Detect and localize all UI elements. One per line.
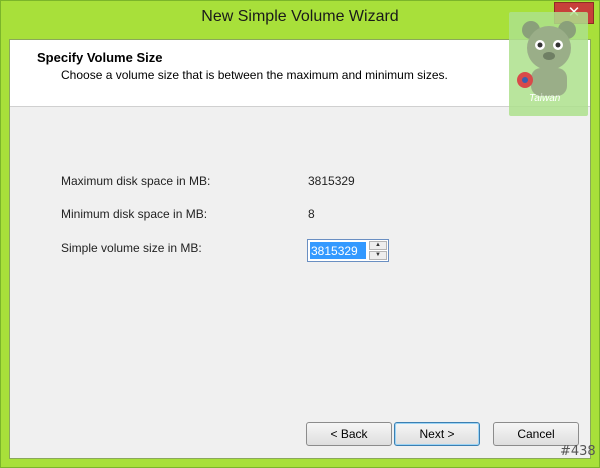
max-disk-space-label: Maximum disk space in MB: [61, 174, 211, 188]
volume-size-input[interactable] [310, 242, 366, 259]
spin-buttons: ▲ ▼ [369, 241, 387, 260]
wizard-header: Specify Volume Size Choose a volume size… [10, 40, 590, 107]
watermark-label: Taiwan [529, 93, 561, 104]
image-tag: #438 [560, 444, 596, 459]
next-button[interactable]: Next > [394, 422, 480, 446]
arrow-up-icon: ▲ [375, 242, 381, 248]
cancel-button[interactable]: Cancel [493, 422, 579, 446]
volume-size-stepper[interactable]: ▲ ▼ [307, 239, 389, 262]
page-title: Specify Volume Size [37, 50, 163, 65]
volume-size-label: Simple volume size in MB: [61, 241, 202, 255]
wizard-window: New Simple Volume Wizard ✕ Specify Volum… [0, 0, 600, 468]
arrow-down-icon: ▼ [375, 252, 381, 258]
min-disk-space-value: 8 [308, 207, 315, 221]
spin-down-button[interactable]: ▼ [369, 251, 387, 260]
spin-up-button[interactable]: ▲ [369, 241, 387, 250]
back-button[interactable]: < Back [306, 422, 392, 446]
max-disk-space-value: 3815329 [308, 174, 355, 188]
wizard-body: Specify Volume Size Choose a volume size… [9, 39, 591, 459]
min-disk-space-label: Minimum disk space in MB: [61, 207, 208, 221]
page-subtitle: Choose a volume size that is between the… [61, 68, 448, 82]
